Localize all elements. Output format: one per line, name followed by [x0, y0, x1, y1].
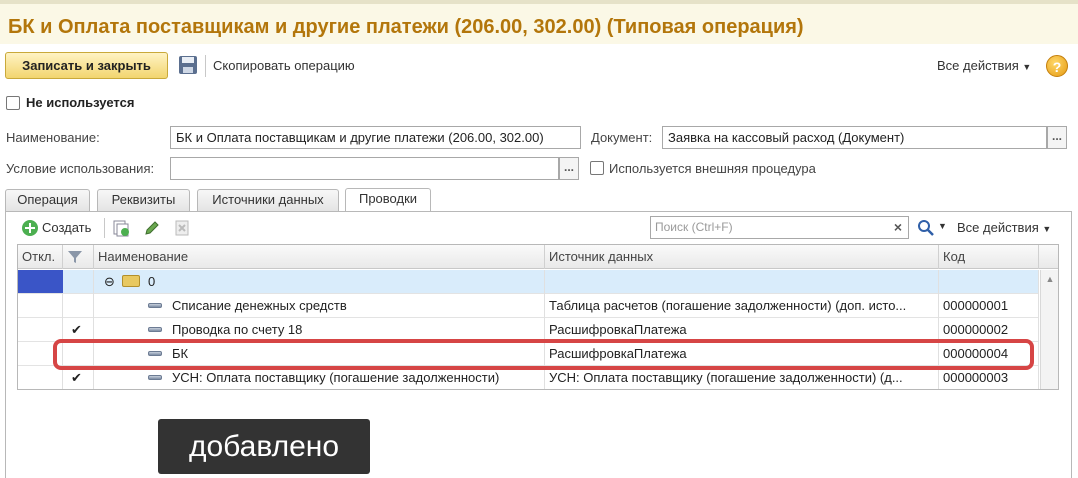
not-used-checkbox[interactable]: [6, 96, 20, 110]
column-source[interactable]: Источник данных: [545, 245, 939, 269]
create-plus-icon: [21, 219, 39, 237]
search-dropdown-arrow-icon[interactable]: ▼: [938, 221, 947, 231]
document-field[interactable]: Заявка на кассовый расход (Документ): [662, 126, 1047, 149]
search-input[interactable]: Поиск (Ctrl+F) ×: [650, 216, 909, 239]
cell-name: ⊖ 0: [94, 270, 545, 294]
document-select-button[interactable]: ...: [1047, 126, 1067, 149]
toolbar-divider: [205, 55, 206, 77]
name-label: Наименование:: [6, 130, 100, 145]
tab-requisites[interactable]: Реквизиты: [97, 189, 190, 211]
grid-all-actions-label: Все действия: [957, 220, 1039, 235]
name-field[interactable]: БК и Оплата поставщикам и другие платежи…: [170, 126, 581, 149]
row-name: Списание денежных средств: [172, 298, 347, 313]
title-bar: БК и Оплата поставщикам и другие платежи…: [0, 0, 1078, 44]
all-actions-menu[interactable]: Все действия ▼: [937, 58, 1031, 73]
save-disk-icon[interactable]: [178, 55, 198, 75]
search-placeholder: Поиск (Ctrl+F): [655, 220, 733, 234]
search-icon[interactable]: [917, 219, 935, 237]
external-procedure-label: Используется внешняя процедура: [609, 161, 816, 176]
grid-toolbar-divider: [104, 218, 105, 238]
leaf-item-icon: [148, 375, 162, 380]
tab-operation[interactable]: Операция: [5, 189, 90, 211]
added-caption: добавлено: [158, 419, 370, 474]
condition-label: Условие использования:: [6, 161, 155, 176]
group-name: 0: [148, 274, 156, 289]
vertical-scrollbar[interactable]: ▲: [1040, 270, 1058, 389]
grid-all-actions-menu[interactable]: Все действия ▼: [957, 220, 1051, 235]
cell-disabled[interactable]: [18, 318, 63, 342]
table-header: Откл. Наименование Источник данных Код: [18, 245, 1058, 269]
window-top-edge: [0, 0, 1078, 4]
search-clear-icon[interactable]: ×: [888, 217, 908, 238]
cell-code: [939, 270, 1039, 294]
table-row-group[interactable]: ⊖ 0: [18, 270, 1039, 294]
cell-source: Таблица расчетов (погашение задолженност…: [545, 294, 939, 318]
cell-source: [545, 270, 939, 294]
condition-field[interactable]: [170, 157, 559, 180]
row-checkmark: ✔: [71, 322, 82, 337]
delete-icon[interactable]: [173, 219, 191, 237]
row-selection-marker: [18, 270, 63, 293]
tab-data-sources[interactable]: Источники данных: [197, 189, 339, 211]
dropdown-arrow-icon: ▼: [1022, 62, 1032, 72]
column-disabled[interactable]: Откл.: [18, 245, 63, 269]
not-used-label: Не используется: [26, 95, 135, 110]
cell-code: 000000001: [939, 294, 1039, 318]
cell-flag: [63, 294, 94, 318]
document-label: Документ:: [591, 130, 653, 145]
help-icon[interactable]: ?: [1046, 55, 1068, 77]
table-row[interactable]: Списание денежных средств Таблица расчет…: [18, 294, 1039, 318]
all-actions-label: Все действия: [937, 58, 1019, 73]
leaf-item-icon: [148, 327, 162, 332]
edit-pencil-icon[interactable]: [143, 219, 161, 237]
condition-select-button[interactable]: ...: [559, 157, 579, 180]
folder-icon: [122, 275, 140, 287]
leaf-item-icon: [148, 303, 162, 308]
column-filter[interactable]: [63, 245, 94, 269]
filter-icon: [68, 251, 82, 263]
window-title: БК и Оплата поставщикам и другие платежи…: [8, 16, 804, 38]
added-row-highlight: [53, 339, 1034, 370]
copy-operation-button[interactable]: Скопировать операцию: [213, 58, 355, 73]
cell-disabled[interactable]: [18, 294, 63, 318]
dropdown-arrow-icon: ▼: [1042, 224, 1052, 234]
copy-row-icon[interactable]: [112, 219, 130, 237]
cell-disabled[interactable]: [18, 366, 63, 389]
cell-name: Списание денежных средств: [94, 294, 545, 318]
scroll-up-arrow-icon[interactable]: ▲: [1043, 272, 1057, 286]
column-name[interactable]: Наименование: [94, 245, 545, 269]
collapse-minus-icon[interactable]: ⊖: [104, 270, 115, 293]
cell-flag: [63, 270, 94, 294]
tab-postings[interactable]: Проводки: [345, 188, 431, 212]
row-name: Проводка по счету 18: [172, 322, 303, 337]
column-code[interactable]: Код: [939, 245, 1039, 269]
create-button[interactable]: Создать: [42, 220, 91, 235]
save-and-close-button[interactable]: Записать и закрыть: [5, 52, 168, 79]
external-procedure-checkbox[interactable]: [590, 161, 604, 175]
